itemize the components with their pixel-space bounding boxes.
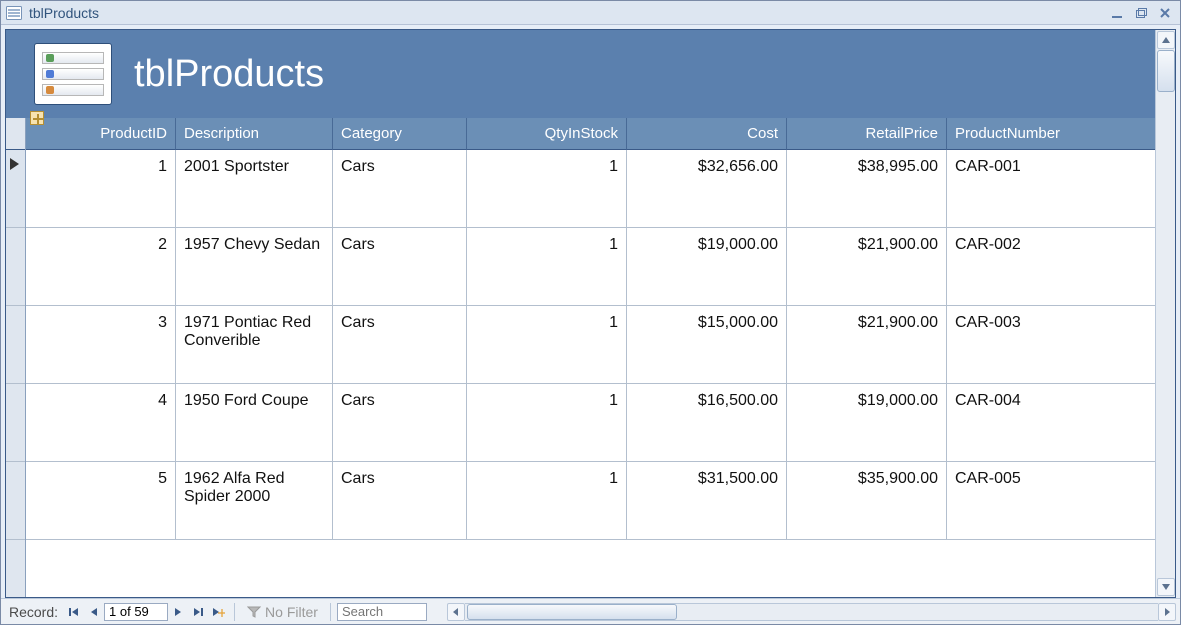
layout-selector-handle[interactable] [30, 111, 44, 125]
col-header-qtyinstock[interactable]: QtyInStock [467, 118, 627, 150]
cell-productnumber[interactable]: CAR-003 [947, 306, 1155, 383]
cell-productnumber[interactable]: CAR-001 [947, 150, 1155, 227]
record-selector[interactable] [6, 228, 25, 306]
cell-category[interactable]: Cars [333, 228, 467, 305]
no-filter-indicator[interactable]: No Filter [247, 604, 318, 620]
no-filter-text: No Filter [265, 604, 318, 620]
scrollbar-thumb[interactable] [1157, 50, 1175, 92]
cell-description[interactable]: 1950 Ford Coupe [176, 384, 333, 461]
record-navigation-bar: Record: No Filter [1, 598, 1180, 624]
cell-productnumber[interactable]: CAR-005 [947, 462, 1155, 539]
nav-prev-button[interactable] [85, 603, 103, 621]
cell-description[interactable]: 2001 Sportster [176, 150, 333, 227]
col-header-productnumber[interactable]: ProductNumber [947, 118, 1155, 150]
column-headers: ProductID Description Category QtyInStoc… [26, 118, 1155, 150]
record-selector-header [6, 118, 25, 150]
table-row[interactable]: 4 1950 Ford Coupe Cars 1 $16,500.00 $19,… [26, 384, 1155, 462]
title-bar: tblProducts [1, 1, 1180, 25]
scroll-up-icon[interactable] [1157, 31, 1175, 49]
cell-category[interactable]: Cars [333, 150, 467, 227]
cell-retailprice[interactable]: $35,900.00 [787, 462, 947, 539]
funnel-icon [247, 605, 261, 619]
col-header-retailprice[interactable]: RetailPrice [787, 118, 947, 150]
cell-productid[interactable]: 3 [26, 306, 176, 383]
col-header-cost[interactable]: Cost [627, 118, 787, 150]
nav-next-button[interactable] [169, 603, 187, 621]
cell-qtyinstock[interactable]: 1 [467, 306, 627, 383]
table-row[interactable]: 2 1957 Chevy Sedan Cars 1 $19,000.00 $21… [26, 228, 1155, 306]
separator [234, 603, 235, 621]
access-form-window: tblProducts tb [0, 0, 1181, 625]
nav-first-button[interactable] [65, 603, 83, 621]
cell-cost[interactable]: $32,656.00 [627, 150, 787, 227]
col-header-productid[interactable]: ProductID [26, 118, 176, 150]
separator [330, 603, 331, 621]
cell-qtyinstock[interactable]: 1 [467, 228, 627, 305]
cell-qtyinstock[interactable]: 1 [467, 384, 627, 461]
cell-cost[interactable]: $16,500.00 [627, 384, 787, 461]
scrollbar-track[interactable] [1157, 50, 1175, 577]
cell-description[interactable]: 1962 Alfa Red Spider 2000 [176, 462, 333, 539]
cell-productnumber[interactable]: CAR-004 [947, 384, 1155, 461]
table-row[interactable]: 1 2001 Sportster Cars 1 $32,656.00 $38,9… [26, 150, 1155, 228]
table-row[interactable]: 3 1971 Pontiac Red Converible Cars 1 $15… [26, 306, 1155, 384]
record-selector-column [6, 118, 26, 597]
cell-cost[interactable]: $31,500.00 [627, 462, 787, 539]
cell-productid[interactable]: 4 [26, 384, 176, 461]
col-header-description[interactable]: Description [176, 118, 333, 150]
form-body: tblProducts ProductID Description [5, 29, 1176, 598]
scroll-right-icon[interactable] [1158, 603, 1176, 621]
cell-retailprice[interactable]: $19,000.00 [787, 384, 947, 461]
cell-retailprice[interactable]: $21,900.00 [787, 306, 947, 383]
datasheet: ProductID Description Category QtyInStoc… [6, 118, 1155, 597]
scrollbar-track[interactable] [465, 603, 1158, 621]
report-title: tblProducts [134, 55, 324, 93]
vertical-scrollbar[interactable] [1155, 30, 1175, 597]
cell-cost[interactable]: $19,000.00 [627, 228, 787, 305]
cell-category[interactable]: Cars [333, 462, 467, 539]
form-scroll-area: tblProducts ProductID Description [6, 30, 1155, 597]
cell-productid[interactable]: 2 [26, 228, 176, 305]
grid-body: 1 2001 Sportster Cars 1 $32,656.00 $38,9… [26, 150, 1155, 597]
nav-new-record-button[interactable] [209, 603, 227, 621]
record-selector[interactable] [6, 150, 25, 228]
grid: ProductID Description Category QtyInStoc… [26, 118, 1155, 597]
horizontal-scrollbar[interactable] [447, 603, 1176, 621]
report-header: tblProducts [6, 30, 1155, 118]
scroll-left-icon[interactable] [447, 603, 465, 621]
cell-qtyinstock[interactable]: 1 [467, 150, 627, 227]
window-title: tblProducts [29, 5, 99, 21]
minimize-button[interactable] [1106, 4, 1128, 22]
report-header-icon [34, 43, 112, 105]
form-icon [5, 5, 23, 21]
close-button[interactable] [1154, 4, 1176, 22]
cell-category[interactable]: Cars [333, 306, 467, 383]
search-input[interactable] [337, 603, 427, 621]
cell-description[interactable]: 1957 Chevy Sedan [176, 228, 333, 305]
record-selector[interactable] [6, 306, 25, 384]
cell-category[interactable]: Cars [333, 384, 467, 461]
restore-button[interactable] [1130, 4, 1152, 22]
cell-qtyinstock[interactable]: 1 [467, 462, 627, 539]
table-row[interactable]: 5 1962 Alfa Red Spider 2000 Cars 1 $31,5… [26, 462, 1155, 540]
cell-productid[interactable]: 1 [26, 150, 176, 227]
col-header-category[interactable]: Category [333, 118, 467, 150]
scrollbar-thumb[interactable] [467, 604, 677, 620]
cell-productnumber[interactable]: CAR-002 [947, 228, 1155, 305]
record-selector[interactable] [6, 462, 25, 540]
cell-description[interactable]: 1971 Pontiac Red Converible [176, 306, 333, 383]
record-position-input[interactable] [104, 603, 168, 621]
cell-retailprice[interactable]: $38,995.00 [787, 150, 947, 227]
nav-last-button[interactable] [189, 603, 207, 621]
cell-cost[interactable]: $15,000.00 [627, 306, 787, 383]
cell-productid[interactable]: 5 [26, 462, 176, 539]
cell-retailprice[interactable]: $21,900.00 [787, 228, 947, 305]
record-label: Record: [9, 604, 58, 620]
scroll-down-icon[interactable] [1157, 578, 1175, 596]
record-selector[interactable] [6, 384, 25, 462]
